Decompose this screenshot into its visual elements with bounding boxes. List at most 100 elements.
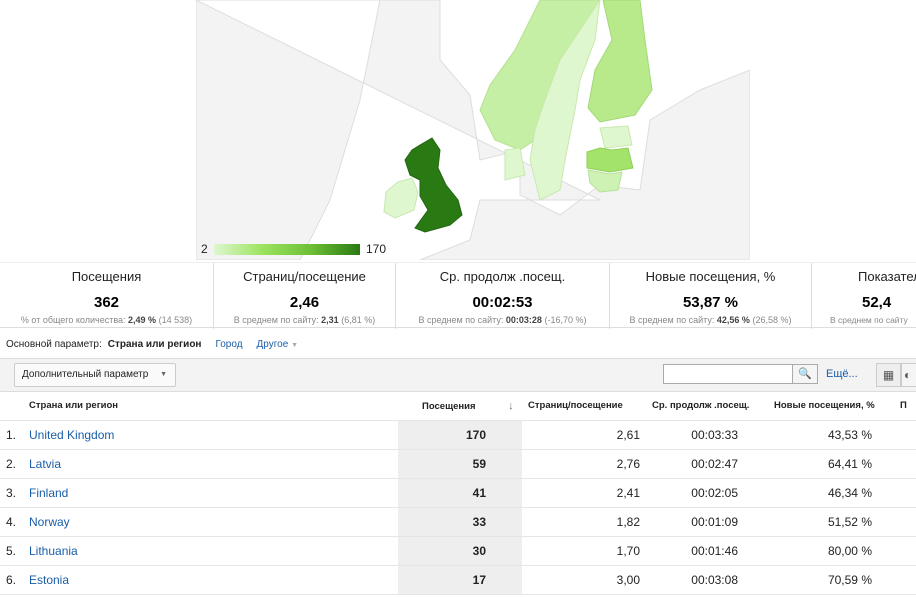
dimension-country[interactable]: Страна или регион (108, 339, 202, 350)
pages-cell: 2,61 (522, 420, 642, 450)
row-index: 1. (6, 427, 17, 442)
scorecard-sub: В среднем по сайту: 42,56 % (26,58 %) (629, 315, 792, 325)
country-link[interactable]: Latvia (29, 457, 61, 471)
pages-cell: 3,00 (522, 565, 642, 595)
scorecard-value: 53,87 % (682, 294, 739, 311)
pie-view-button[interactable]: ◐ (901, 363, 916, 387)
scorecard-sub: В среднем по сайту: 2,31 (6,81 %) (233, 315, 376, 325)
duration-cell: 00:03:08 (642, 565, 744, 595)
table-row: 6. Estonia 17 3,00 00:03:08 70,59 % (0, 565, 916, 595)
country-cell: 1. United Kingdom (0, 420, 398, 450)
grid-icon: ▦ (882, 368, 895, 382)
col-visits[interactable]: Посещения ↓ (398, 392, 522, 421)
scorecard-bounce-rate[interactable]: Показател 52,4 В среднем по сайту (812, 263, 916, 329)
row-index: 2. (6, 456, 17, 471)
country-link[interactable]: Finland (29, 486, 68, 500)
row-index: 5. (6, 543, 17, 558)
bounce-cell (896, 478, 916, 508)
dimension-city[interactable]: Город (215, 339, 242, 350)
scorecard-title: Ср. продолж .посещ. (439, 269, 566, 284)
new-visits-cell: 43,53 % (744, 420, 896, 450)
geo-map[interactable] (196, 0, 750, 260)
table-toolbar: Дополнительный параметр ▼ 🔍 Ещё... ▦ ◐ (0, 358, 916, 392)
pages-cell: 2,41 (522, 478, 642, 508)
scorecard-sub: В среднем по сайту (830, 315, 908, 325)
duration-cell: 00:02:47 (642, 449, 744, 479)
chevron-down-icon: ▼ (160, 371, 167, 378)
scorecard-pages-per-visit[interactable]: Страниц/посещение 2,46 В среднем по сайт… (214, 263, 396, 329)
new-visits-cell: 46,34 % (744, 478, 896, 508)
dimension-other[interactable]: Другое ▼ (257, 339, 299, 350)
map-country-latvia[interactable] (586, 147, 634, 173)
scorecard-value: 00:02:53 (472, 294, 533, 311)
secondary-dimension-button[interactable]: Дополнительный параметр ▼ (14, 363, 176, 387)
table-row: 1. United Kingdom 170 2,61 00:03:33 43,53… (0, 420, 916, 450)
legend-max: 170 (366, 242, 387, 256)
new-visits-cell: 64,41 % (744, 449, 896, 479)
country-cell: 4. Norway (0, 507, 398, 537)
visits-cell: 59 (398, 449, 522, 479)
col-pages-per-visit[interactable]: Страниц/посещение (522, 392, 642, 421)
row-index: 4. (6, 514, 17, 529)
row-index: 6. (6, 572, 17, 587)
bounce-cell (896, 536, 916, 566)
scorecard-sub: В среднем по сайту: 00:03:28 (-16,70 %) (418, 315, 587, 325)
map-country-estonia[interactable] (599, 125, 633, 149)
scorecard-value: 2,46 (289, 294, 320, 311)
table-row: 3. Finland 41 2,41 00:02:05 46,34 % (0, 478, 916, 508)
country-cell: 3. Finland (0, 478, 398, 508)
new-visits-cell: 70,59 % (744, 565, 896, 595)
bounce-cell (896, 565, 916, 595)
table-view-button[interactable]: ▦ (876, 363, 901, 387)
visits-cell: 170 (398, 420, 522, 450)
col-country[interactable]: Страна или регион (0, 392, 398, 421)
bounce-cell (896, 507, 916, 537)
chevron-down-icon: ▼ (291, 342, 299, 349)
search-icon: 🔍 (798, 368, 812, 380)
duration-cell: 00:02:05 (642, 478, 744, 508)
country-cell: 2. Latvia (0, 449, 398, 479)
country-cell: 5. Lithuania (0, 536, 398, 566)
data-table: Страна или регион Посещения ↓ Страниц/по… (0, 392, 916, 595)
table-search-input[interactable] (663, 364, 793, 384)
legend-color-scale (214, 244, 360, 255)
dimension-label: Основной параметр: (6, 339, 102, 350)
country-link[interactable]: Norway (29, 515, 70, 529)
visits-cell: 41 (398, 478, 522, 508)
scorecard-visits[interactable]: Посещения 362 % от общего количества: 2,… (0, 263, 214, 329)
country-link[interactable]: United Kingdom (29, 428, 114, 442)
col-bounce-rate[interactable]: П (896, 392, 916, 421)
visits-cell: 17 (398, 565, 522, 595)
duration-cell: 00:01:46 (642, 536, 744, 566)
scorecard-title: Новые посещения, % (645, 269, 776, 284)
table-header-row: Страна или регион Посещения ↓ Страниц/по… (0, 392, 916, 421)
legend-min: 2 (201, 242, 208, 256)
scorecard-title: Посещения (71, 269, 142, 284)
bounce-cell (896, 420, 916, 450)
scorecard-new-visits[interactable]: Новые посещения, % 53,87 % В среднем по … (610, 263, 812, 329)
country-link[interactable]: Estonia (29, 573, 69, 587)
pages-cell: 2,76 (522, 449, 642, 479)
scorecard-avg-duration[interactable]: Ср. продолж .посещ. 00:02:53 В среднем п… (396, 263, 610, 329)
country-link[interactable]: Lithuania (29, 544, 78, 558)
scorecard-value: 52,4 (862, 294, 892, 311)
advanced-filter-link[interactable]: Ещё... (826, 368, 858, 380)
scorecard-title: Показател (858, 269, 916, 284)
table-row: 5. Lithuania 30 1,70 00:01:46 80,00 % (0, 536, 916, 566)
duration-cell: 00:03:33 (642, 420, 744, 450)
search-button[interactable]: 🔍 (793, 364, 818, 384)
primary-dimension-selector: Основной параметр: Страна или регион Город… (6, 339, 298, 350)
new-visits-cell: 51,52 % (744, 507, 896, 537)
sort-arrow-down-icon: ↓ (508, 399, 514, 412)
scorecard-title: Страниц/посещение (243, 269, 366, 284)
bounce-cell (896, 449, 916, 479)
scorecard-sub: % от общего количества: 2,49 % (14 538) (20, 315, 193, 325)
col-new-visits[interactable]: Новые посещения, % (744, 392, 896, 421)
pie-chart-icon: ◐ (904, 368, 912, 382)
visits-cell: 33 (398, 507, 522, 537)
new-visits-cell: 80,00 % (744, 536, 896, 566)
table-row: 4. Norway 33 1,82 00:01:09 51,52 % (0, 507, 916, 537)
table-row: 2. Latvia 59 2,76 00:02:47 64,41 % (0, 449, 916, 479)
country-cell: 6. Estonia (0, 565, 398, 595)
col-avg-duration[interactable]: Ср. продолж .посещ. (642, 392, 749, 421)
